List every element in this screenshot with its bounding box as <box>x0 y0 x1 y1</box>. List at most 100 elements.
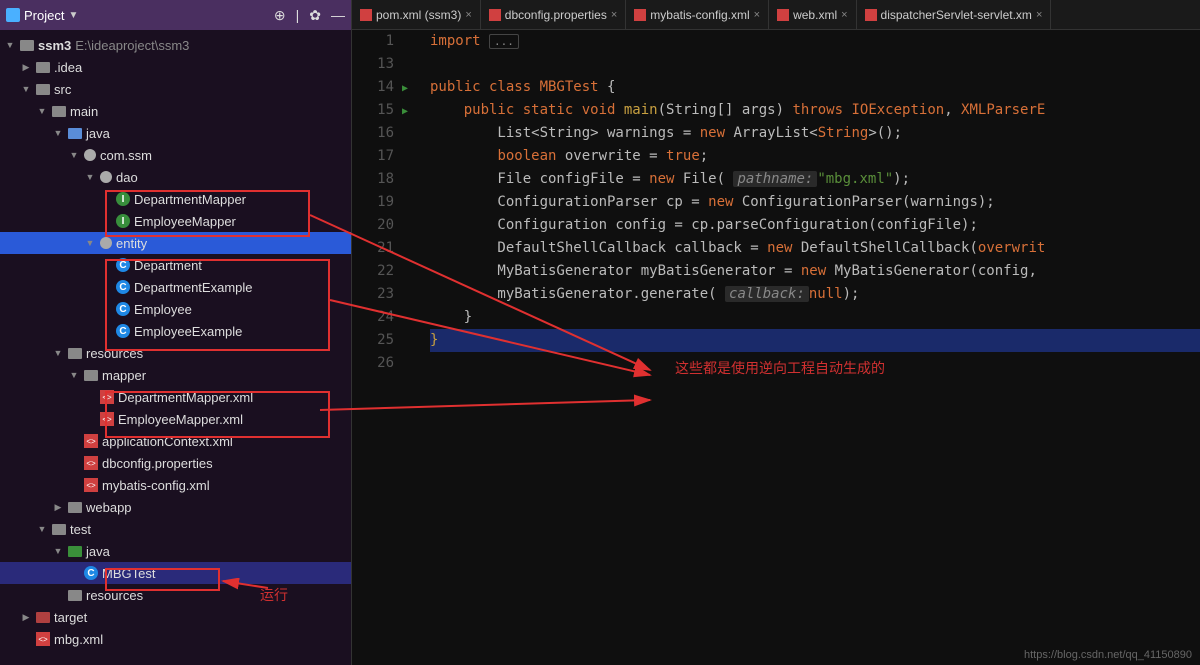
close-icon[interactable]: × <box>841 9 847 21</box>
tree-item[interactable]: test <box>0 518 351 540</box>
tree-label: Employee <box>134 302 192 317</box>
root-label: ssm3 <box>38 38 71 53</box>
tree-item[interactable]: <>applicationContext.xml <box>0 430 351 452</box>
project-sidebar: Project ▼ ⊕ | ✿ — ssm3 E:\ideaproject\ss… <box>0 0 352 665</box>
tree-arrow-icon[interactable] <box>52 348 64 358</box>
tree-item[interactable]: <>mybatis-config.xml <box>0 474 351 496</box>
project-title: Project <box>24 8 64 23</box>
sidebar-header: Project ▼ ⊕ | ✿ — <box>0 0 351 30</box>
tab-label: mybatis-config.xml <box>650 8 749 22</box>
expand-icon[interactable] <box>4 40 16 50</box>
code-line[interactable] <box>430 53 1200 76</box>
tab-label: dbconfig.properties <box>505 8 607 22</box>
editor-tab[interactable]: mybatis-config.xml × <box>626 0 769 29</box>
run-icon[interactable]: ▶ <box>402 106 408 117</box>
tree-label: mapper <box>102 368 146 383</box>
tree-item[interactable]: IEmployeeMapper <box>0 210 351 232</box>
tree-item[interactable]: mapper <box>0 364 351 386</box>
code-line[interactable]: public static void main(String[] args) t… <box>430 99 1200 122</box>
tree-label: EmployeeMapper.xml <box>118 412 243 427</box>
editor-tab[interactable]: dbconfig.properties × <box>481 0 627 29</box>
tree-label: resources <box>86 346 143 361</box>
code-line[interactable]: } <box>430 306 1200 329</box>
tree-item[interactable]: main <box>0 100 351 122</box>
tree-item[interactable]: resources <box>0 584 351 606</box>
tree-item[interactable]: CDepartmentExample <box>0 276 351 298</box>
tree-arrow-icon[interactable] <box>84 238 96 248</box>
editor-tab[interactable]: dispatcherServlet-servlet.xm× <box>857 0 1052 29</box>
dropdown-icon[interactable]: ▼ <box>68 10 78 21</box>
settings-icon[interactable]: ✿ <box>309 7 321 24</box>
tree-item[interactable]: target <box>0 606 351 628</box>
tree-label: DepartmentMapper <box>134 192 246 207</box>
tree-arrow-icon[interactable] <box>68 150 80 160</box>
close-icon[interactable]: × <box>465 9 471 21</box>
code-line[interactable]: } <box>430 329 1200 352</box>
tree-label: webapp <box>86 500 132 515</box>
tree-arrow-icon[interactable] <box>20 84 32 94</box>
code-line[interactable]: public class MBGTest { <box>430 76 1200 99</box>
code-line[interactable]: Configuration config = cp.parseConfigura… <box>430 214 1200 237</box>
line-number: 1 <box>352 30 394 53</box>
project-tree[interactable]: ssm3 E:\ideaproject\ssm3 .ideasrcmainjav… <box>0 30 351 665</box>
tree-item[interactable]: webapp <box>0 496 351 518</box>
tree-item[interactable]: <>EmployeeMapper.xml <box>0 408 351 430</box>
tree-item[interactable]: java <box>0 122 351 144</box>
code-line[interactable]: List<String> warnings = new ArrayList<St… <box>430 122 1200 145</box>
tree-arrow-icon[interactable] <box>36 524 48 534</box>
tree-item[interactable]: dao <box>0 166 351 188</box>
code-content[interactable]: import ... public class MBGTest { public … <box>422 30 1200 665</box>
folder-icon <box>36 84 50 95</box>
code-line[interactable]: DefaultShellCallback callback = new Defa… <box>430 237 1200 260</box>
tree-item[interactable]: entity <box>0 232 351 254</box>
tree-arrow-icon[interactable] <box>52 502 64 513</box>
tree-root[interactable]: ssm3 E:\ideaproject\ssm3 <box>0 34 351 56</box>
close-icon[interactable]: × <box>754 9 760 21</box>
tree-item[interactable]: java <box>0 540 351 562</box>
close-icon[interactable]: × <box>611 9 617 21</box>
code-line[interactable]: ConfigurationParser cp = new Configurati… <box>430 191 1200 214</box>
tree-item[interactable]: <>DepartmentMapper.xml <box>0 386 351 408</box>
code-line[interactable]: boolean overwrite = true; <box>430 145 1200 168</box>
tree-arrow-icon[interactable] <box>36 106 48 116</box>
tree-arrow-icon[interactable] <box>20 62 32 73</box>
tree-item[interactable]: CMBGTest <box>0 562 351 584</box>
editor-tab[interactable]: web.xml× <box>769 0 856 29</box>
line-number: 17 <box>352 145 394 168</box>
gutter-icons: ▶▶ <box>402 30 422 665</box>
run-icon[interactable]: ▶ <box>402 83 408 94</box>
code-editor[interactable]: 11314151617181920212223242526 ▶▶ import … <box>352 30 1200 665</box>
tree-item[interactable]: CDepartment <box>0 254 351 276</box>
tree-label: DepartmentMapper.xml <box>118 390 253 405</box>
close-icon[interactable]: × <box>1036 9 1042 21</box>
folder-icon <box>84 370 98 381</box>
tree-label: mybatis-config.xml <box>102 478 210 493</box>
tree-arrow-icon[interactable] <box>20 612 32 623</box>
tree-arrow-icon[interactable] <box>84 172 96 182</box>
tree-arrow-icon[interactable] <box>68 370 80 380</box>
tree-item[interactable]: com.ssm <box>0 144 351 166</box>
tree-item[interactable]: src <box>0 78 351 100</box>
tree-item[interactable]: <>mbg.xml <box>0 628 351 650</box>
code-line[interactable]: MyBatisGenerator myBatisGenerator = new … <box>430 260 1200 283</box>
tree-label: mbg.xml <box>54 632 103 647</box>
tree-item[interactable]: .idea <box>0 56 351 78</box>
tree-label: test <box>70 522 91 537</box>
tree-arrow-icon[interactable] <box>52 128 64 138</box>
tree-item[interactable]: CEmployeeExample <box>0 320 351 342</box>
line-number: 20 <box>352 214 394 237</box>
target-icon[interactable]: ⊕ <box>274 7 286 24</box>
tree-arrow-icon[interactable] <box>52 546 64 556</box>
tree-item[interactable]: <>dbconfig.properties <box>0 452 351 474</box>
tree-label: EmployeeExample <box>134 324 242 339</box>
tree-item[interactable]: IDepartmentMapper <box>0 188 351 210</box>
code-line[interactable]: File configFile = new File( pathname:"mb… <box>430 168 1200 191</box>
code-line[interactable]: myBatisGenerator.generate( callback:null… <box>430 283 1200 306</box>
code-line[interactable] <box>430 352 1200 375</box>
editor-tab[interactable]: pom.xml (ssm3)× <box>352 0 481 29</box>
code-line[interactable]: import ... <box>430 30 1200 53</box>
tree-item[interactable]: CEmployee <box>0 298 351 320</box>
folder-icon <box>68 502 82 513</box>
tree-item[interactable]: resources <box>0 342 351 364</box>
minimize-icon[interactable]: — <box>331 7 345 23</box>
